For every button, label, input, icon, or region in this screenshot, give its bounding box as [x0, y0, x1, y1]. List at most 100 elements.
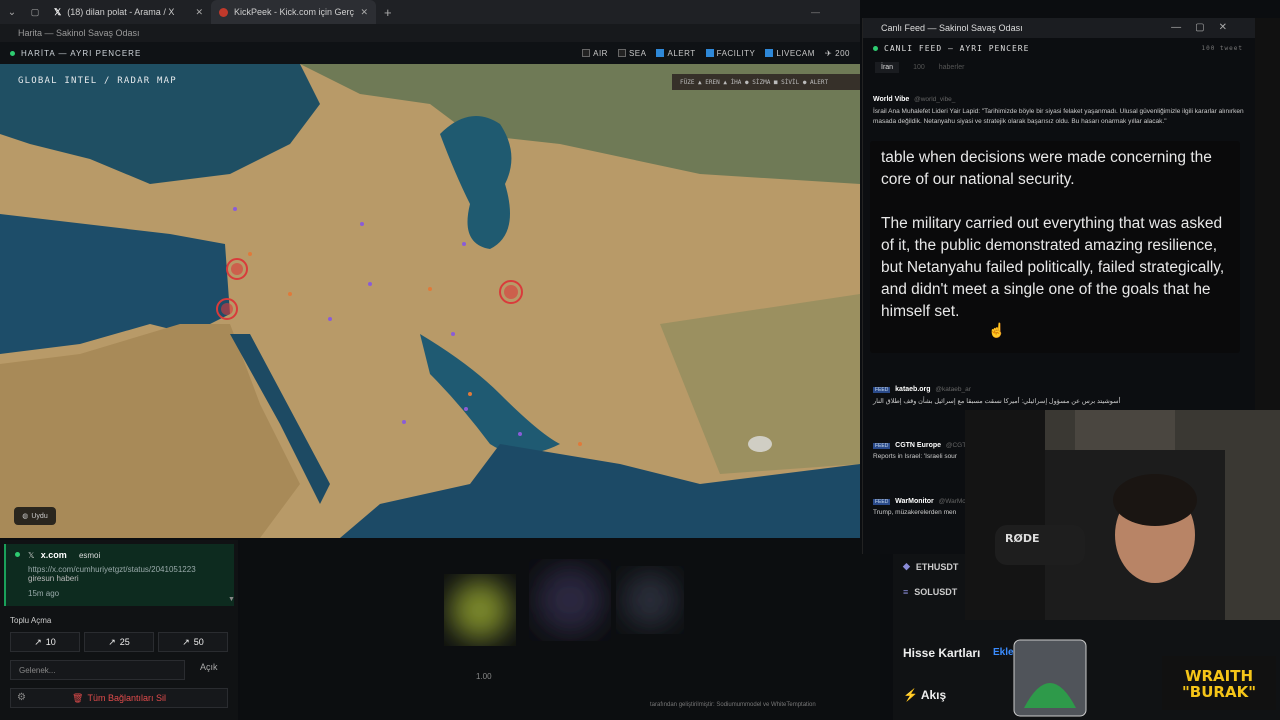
delete-all-links-button[interactable]: 🗑 Tüm Bağlantıları Sil — [10, 688, 228, 708]
status-dot-icon — [15, 552, 20, 557]
tab-news[interactable]: haberler — [939, 64, 965, 71]
feed-tag: FEED — [873, 499, 891, 505]
scroll-down-icon[interactable]: ▼ — [228, 596, 235, 603]
layer-toggle-livecam[interactable]: LIVECAM — [765, 49, 815, 58]
map-header-title: HARİTA — AYRI PENCERE — [21, 48, 142, 58]
layer-label: AIR — [593, 48, 608, 58]
feed-tabs: İran 100 haberler — [863, 58, 1255, 76]
blurred-panel: 1.00 tarafından geliştirilmiştir: Sodium… — [240, 540, 880, 720]
ticker-label: SOLUSDT — [914, 587, 958, 597]
button-label: 50 — [193, 637, 204, 647]
layer-toggle-sea[interactable]: SEA — [617, 49, 647, 58]
checkbox-facility[interactable] — [705, 49, 714, 57]
layer-label: ALERT — [667, 48, 696, 58]
button-label: Tüm Bağlantıları Sil — [87, 693, 166, 703]
radar-map[interactable]: GLOBAL INTEL / RADAR MAP FÜZE ▲ EREN ▲ İ… — [0, 64, 860, 538]
ticker-label: ETHUSDT — [915, 561, 959, 572]
bulk-open-label: Toplu Açma — [10, 616, 52, 625]
map-window-titlebar: Harita — Sakinol Savaş Odası — [0, 24, 860, 42]
tab-label: (18) dilan polat - Arama / X — [67, 7, 175, 17]
trash-icon: 🗑 — [72, 692, 84, 703]
zoomed-tweet-view: table when decisions were made concernin… — [870, 141, 1240, 353]
layer-toggle-alert[interactable]: ALERT — [656, 49, 695, 58]
globe-icon: ◍ — [22, 513, 29, 520]
ticker-solusdt[interactable]: ≡ SOLUSDT — [903, 587, 957, 597]
external-link-icon: ↗ — [182, 636, 190, 647]
checkbox-air[interactable] — [582, 49, 591, 57]
link-url[interactable]: https://x.com/cumhuriyetgzt/status/20410… — [28, 565, 226, 574]
workspaces-icon[interactable]: ▢ — [24, 7, 46, 18]
link-title: giresun haberi — [28, 574, 79, 583]
close-tab-icon[interactable]: ✕ — [360, 7, 368, 18]
badge-line: "BURAK" — [1181, 683, 1257, 701]
feed-item[interactable]: FEED kataeb.org @kataeb_ar أسوشيتد برس ع… — [873, 386, 1245, 405]
open-50-button[interactable]: ↗ 50 — [158, 632, 228, 652]
tab-label: KickPeek - Kick.com için Gerçek Za — [234, 7, 354, 17]
ticker-ethusdt[interactable]: ◆ ETHUSDT — [903, 561, 958, 572]
author-name: CGTN Europe — [895, 442, 942, 449]
tab-list-chevron-icon[interactable]: ⌄ — [0, 7, 24, 18]
link-card[interactable]: 𝕏 x.com esmoi https://x.com/cumhuriyetgz… — [4, 544, 234, 606]
link-user: esmoi — [78, 551, 101, 560]
button-label: 25 — [119, 637, 130, 647]
checkbox-sea[interactable] — [617, 49, 626, 57]
new-tab-icon[interactable]: + — [384, 5, 392, 20]
mouse-cursor-icon: ☝ — [988, 322, 1006, 338]
tab-iran[interactable]: İran — [875, 61, 900, 73]
feed-tag: FEED — [873, 387, 891, 393]
open-toggle[interactable]: Açık — [200, 662, 218, 672]
tab-x-search[interactable]: 𝕏 (18) dilan polat - Arama / X ✕ — [46, 0, 211, 24]
map-title: GLOBAL INTEL / RADAR MAP — [18, 76, 177, 86]
window-title: Harita — Sakinol Savaş Odası — [18, 28, 140, 38]
close-tab-icon[interactable]: ✕ — [195, 7, 203, 18]
external-link-icon: ↗ — [34, 636, 42, 647]
base-layer-button[interactable]: ◍ Uydu — [14, 507, 56, 525]
button-label: 10 — [45, 637, 56, 647]
candy-jar-icon — [1013, 639, 1087, 717]
filter-input[interactable]: Gelenek... — [10, 660, 185, 680]
layer-label: FACILITY — [716, 48, 756, 58]
layer-label: LIVECAM — [776, 48, 815, 58]
feed-item-text: أسوشيتد برس عن مسؤول إسرائيلي: أميركا نس… — [873, 398, 1121, 405]
tab-kickpeek[interactable]: KickPeek - Kick.com için Gerçek Za ✕ — [211, 0, 376, 24]
author-name: kataeb.org — [895, 386, 931, 393]
map-legend: FÜZE ▲ EREN ▲ İHA ● SİZMA ■ SİVİL ● ALER… — [672, 74, 860, 90]
window-controls[interactable]: —▢✕ — [1171, 22, 1241, 33]
checkbox-livecam[interactable] — [765, 49, 774, 57]
author-name: World Vibe — [873, 96, 910, 103]
satellite-map-image — [0, 64, 860, 538]
author-name: WarMonitor — [895, 498, 934, 505]
developer-credit: tarafından geliştirilmiştir: Sodiumummod… — [650, 702, 816, 708]
layer-toggle-facility[interactable]: FACILITY — [705, 48, 756, 58]
zoom-readout: ✈ 200 — [825, 49, 850, 58]
playback-rate: 1.00 — [476, 672, 492, 681]
author-handle: @kataeb_ar — [935, 386, 971, 393]
open-10-button[interactable]: ↗ 10 — [10, 632, 80, 652]
flow-section[interactable]: ⚡ Akış — [903, 688, 946, 702]
zoom-value: 200 — [835, 48, 850, 58]
map-window: HARİTA — AYRI PENCERE AIR SEA ALERT FACI… — [0, 42, 860, 538]
open-25-button[interactable]: ↗ 25 — [84, 632, 154, 652]
link-site: x.com — [40, 550, 67, 560]
links-panel: 𝕏 x.com esmoi https://x.com/cumhuriyetgz… — [0, 540, 238, 720]
feed-item[interactable]: World Vibe @world_vibe_ İsrail Ana Muhal… — [873, 96, 1245, 127]
coin-icon: ◆ — [903, 561, 910, 571]
tweet-count: 100 tweet — [1201, 44, 1243, 52]
x-logo-icon: 𝕏 — [28, 551, 35, 560]
feed-tag: FEED — [873, 443, 891, 449]
streamer-badge: WRAITH "BURAK" — [1162, 656, 1276, 710]
x-logo-icon: 𝕏 — [54, 6, 62, 17]
plane-icon: ✈ — [824, 48, 833, 58]
feed-header: CANLI FEED — AYRI PENCERE 100 tweet — [863, 38, 1255, 58]
layer-toggle-air[interactable]: AIR — [582, 49, 608, 58]
coin-icon: ≡ — [903, 587, 909, 597]
settings-gear-icon[interactable]: ⚙ — [17, 692, 26, 703]
author-handle: @world_vibe_ — [914, 96, 956, 103]
zoomed-paragraph: The military carried out everything that… — [881, 215, 1225, 320]
tab-count[interactable]: 100 — [913, 64, 925, 71]
feed-header-title: CANLI FEED — AYRI PENCERE — [884, 43, 1030, 53]
minimize-window-icon[interactable]: — — [811, 7, 820, 17]
checkbox-alert[interactable] — [656, 49, 665, 57]
mic-brand: RØDE — [1005, 532, 1039, 545]
map-header: HARİTA — AYRI PENCERE AIR SEA ALERT FACI… — [0, 42, 860, 64]
